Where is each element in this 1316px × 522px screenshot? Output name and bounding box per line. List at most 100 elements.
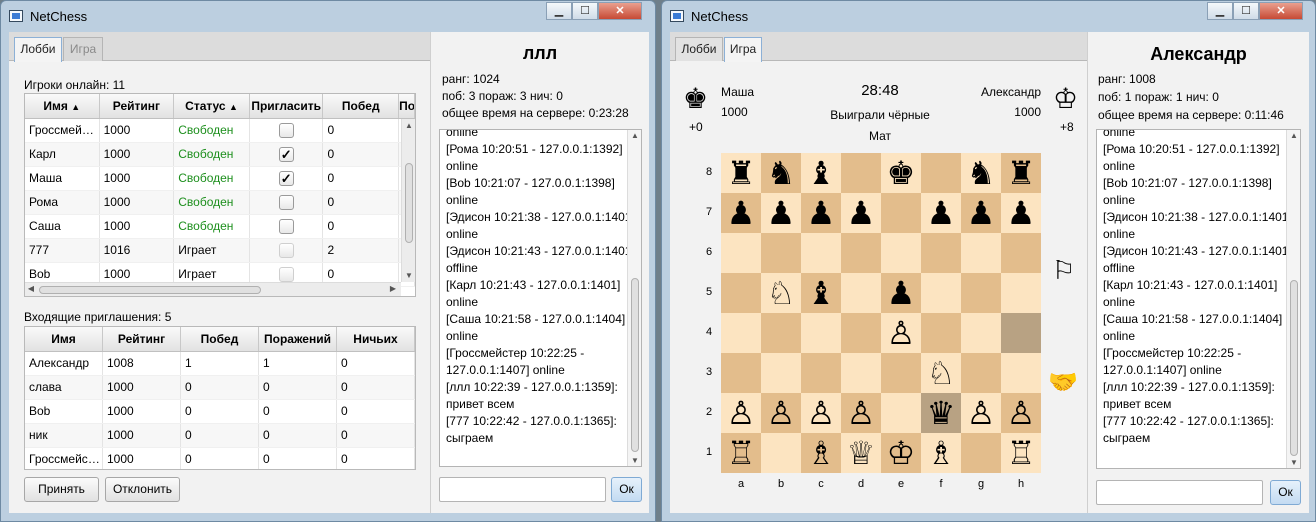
scroll-up-icon[interactable]: ▲ <box>628 131 641 140</box>
tab-lobby[interactable]: Лобби <box>14 37 62 62</box>
tab-lobby[interactable]: Лобби <box>675 37 723 61</box>
col-name[interactable]: Имя ▲ <box>25 94 100 118</box>
invite-checkbox[interactable] <box>278 219 294 235</box>
table-row[interactable]: Bob 1000 0 0 0 <box>25 400 415 424</box>
square-a8[interactable]: ♜ <box>721 153 761 193</box>
scroll-thumb[interactable] <box>405 163 413 243</box>
square-c3[interactable] <box>801 353 841 393</box>
tab-game[interactable]: Игра <box>63 37 103 61</box>
square-e4[interactable]: ♙ <box>881 313 921 353</box>
square-b6[interactable] <box>761 233 801 273</box>
title-bar[interactable]: NetChess ▁ ☐ ✕ <box>662 1 1315 31</box>
square-b4[interactable] <box>761 313 801 353</box>
square-a7[interactable]: ♟ <box>721 193 761 233</box>
square-e5[interactable]: ♟ <box>881 273 921 313</box>
chat-log[interactable]: online [Рома 10:20:51 - 127.0.0.1:1392] o… <box>1096 129 1301 469</box>
square-c2[interactable]: ♙ <box>801 393 841 433</box>
send-button[interactable]: Ок <box>611 477 642 502</box>
minimize-button[interactable]: ▁ <box>1207 2 1233 20</box>
square-h1[interactable]: ♖ <box>1001 433 1041 473</box>
square-d4[interactable] <box>841 313 881 353</box>
square-f7[interactable]: ♟ <box>921 193 961 233</box>
square-h4[interactable] <box>1001 313 1041 353</box>
square-g1[interactable] <box>961 433 1001 473</box>
square-g6[interactable] <box>961 233 1001 273</box>
table-row[interactable]: слава 1000 0 0 0 <box>25 376 415 400</box>
square-f4[interactable] <box>921 313 961 353</box>
close-button[interactable]: ✕ <box>1259 2 1303 20</box>
square-c6[interactable] <box>801 233 841 273</box>
table-row[interactable]: 777 1016 Играет 2 <box>25 239 415 263</box>
square-d5[interactable] <box>841 273 881 313</box>
table-row[interactable]: Карл 1000 Свободен ✓ 0 <box>25 143 415 167</box>
square-a1[interactable]: ♖ <box>721 433 761 473</box>
scroll-down-icon[interactable]: ▼ <box>402 271 415 280</box>
square-f8[interactable] <box>921 153 961 193</box>
table-row[interactable]: Александр 1008 1 1 0 <box>25 352 415 376</box>
chat-log[interactable]: online [Рома 10:20:51 - 127.0.0.1:1392] o… <box>439 129 642 467</box>
square-b3[interactable] <box>761 353 801 393</box>
square-f3[interactable]: ♘ <box>921 353 961 393</box>
title-bar[interactable]: NetChess ▁ ☐ ✕ <box>1 1 655 31</box>
tab-game[interactable]: Игра <box>724 37 762 62</box>
square-a4[interactable] <box>721 313 761 353</box>
square-g8[interactable]: ♞ <box>961 153 1001 193</box>
scroll-up-icon[interactable]: ▲ <box>1287 131 1300 140</box>
square-e2[interactable] <box>881 393 921 433</box>
square-b8[interactable]: ♞ <box>761 153 801 193</box>
square-c1[interactable]: ♗ <box>801 433 841 473</box>
maximize-button[interactable]: ☐ <box>1233 2 1259 20</box>
square-e8[interactable]: ♚ <box>881 153 921 193</box>
square-d7[interactable]: ♟ <box>841 193 881 233</box>
square-d8[interactable] <box>841 153 881 193</box>
minimize-button[interactable]: ▁ <box>546 2 572 20</box>
players-vscroll[interactable]: ▲ ▼ <box>401 119 415 282</box>
square-c8[interactable]: ♝ <box>801 153 841 193</box>
chat-vscroll[interactable]: ▲ ▼ <box>1286 130 1300 468</box>
square-b5[interactable]: ♘ <box>761 273 801 313</box>
table-row[interactable]: ник 1000 0 0 0 <box>25 424 415 448</box>
square-c4[interactable] <box>801 313 841 353</box>
maximize-button[interactable]: ☐ <box>572 2 598 20</box>
square-e3[interactable] <box>881 353 921 393</box>
square-h5[interactable] <box>1001 273 1041 313</box>
col-wins[interactable]: Побед <box>323 94 400 118</box>
col-invite[interactable]: Пригласить <box>250 94 324 118</box>
invite-checkbox[interactable] <box>278 195 294 211</box>
col-wins[interactable]: Побед <box>181 327 259 351</box>
square-h6[interactable] <box>1001 233 1041 273</box>
square-e7[interactable] <box>881 193 921 233</box>
table-row[interactable]: Гроссмейстер 1000 Свободен 0 <box>25 119 415 143</box>
square-c5[interactable]: ♝ <box>801 273 841 313</box>
col-rating[interactable]: Рейтинг <box>103 327 181 351</box>
chat-input[interactable] <box>439 477 606 502</box>
square-f6[interactable] <box>921 233 961 273</box>
square-d3[interactable] <box>841 353 881 393</box>
table-row[interactable]: Саша 1000 Свободен 0 <box>25 215 415 239</box>
scroll-right-icon[interactable]: ▶ <box>387 284 399 293</box>
square-h7[interactable]: ♟ <box>1001 193 1041 233</box>
square-e1[interactable]: ♔ <box>881 433 921 473</box>
players-hscroll[interactable]: ◀ ▶ <box>25 282 401 296</box>
square-h2[interactable]: ♙ <box>1001 393 1041 433</box>
chat-vscroll[interactable]: ▲ ▼ <box>627 130 641 466</box>
decline-button[interactable]: Отклонить <box>105 477 180 502</box>
square-b2[interactable]: ♙ <box>761 393 801 433</box>
square-b1[interactable] <box>761 433 801 473</box>
table-row[interactable]: Рома 1000 Свободен 0 <box>25 191 415 215</box>
scroll-thumb[interactable] <box>39 286 261 294</box>
col-losses[interactable]: По <box>399 94 415 118</box>
square-a6[interactable] <box>721 233 761 273</box>
square-g7[interactable]: ♟ <box>961 193 1001 233</box>
col-rating[interactable]: Рейтинг <box>100 94 175 118</box>
square-c7[interactable]: ♟ <box>801 193 841 233</box>
square-g2[interactable]: ♙ <box>961 393 1001 433</box>
square-h8[interactable]: ♜ <box>1001 153 1041 193</box>
square-e6[interactable] <box>881 233 921 273</box>
table-row[interactable]: Гроссмейстер 1000 0 0 0 <box>25 448 415 469</box>
square-g5[interactable] <box>961 273 1001 313</box>
square-g3[interactable] <box>961 353 1001 393</box>
accept-button[interactable]: Принять <box>24 477 99 502</box>
scroll-down-icon[interactable]: ▼ <box>1287 458 1300 467</box>
scroll-down-icon[interactable]: ▼ <box>628 456 641 465</box>
